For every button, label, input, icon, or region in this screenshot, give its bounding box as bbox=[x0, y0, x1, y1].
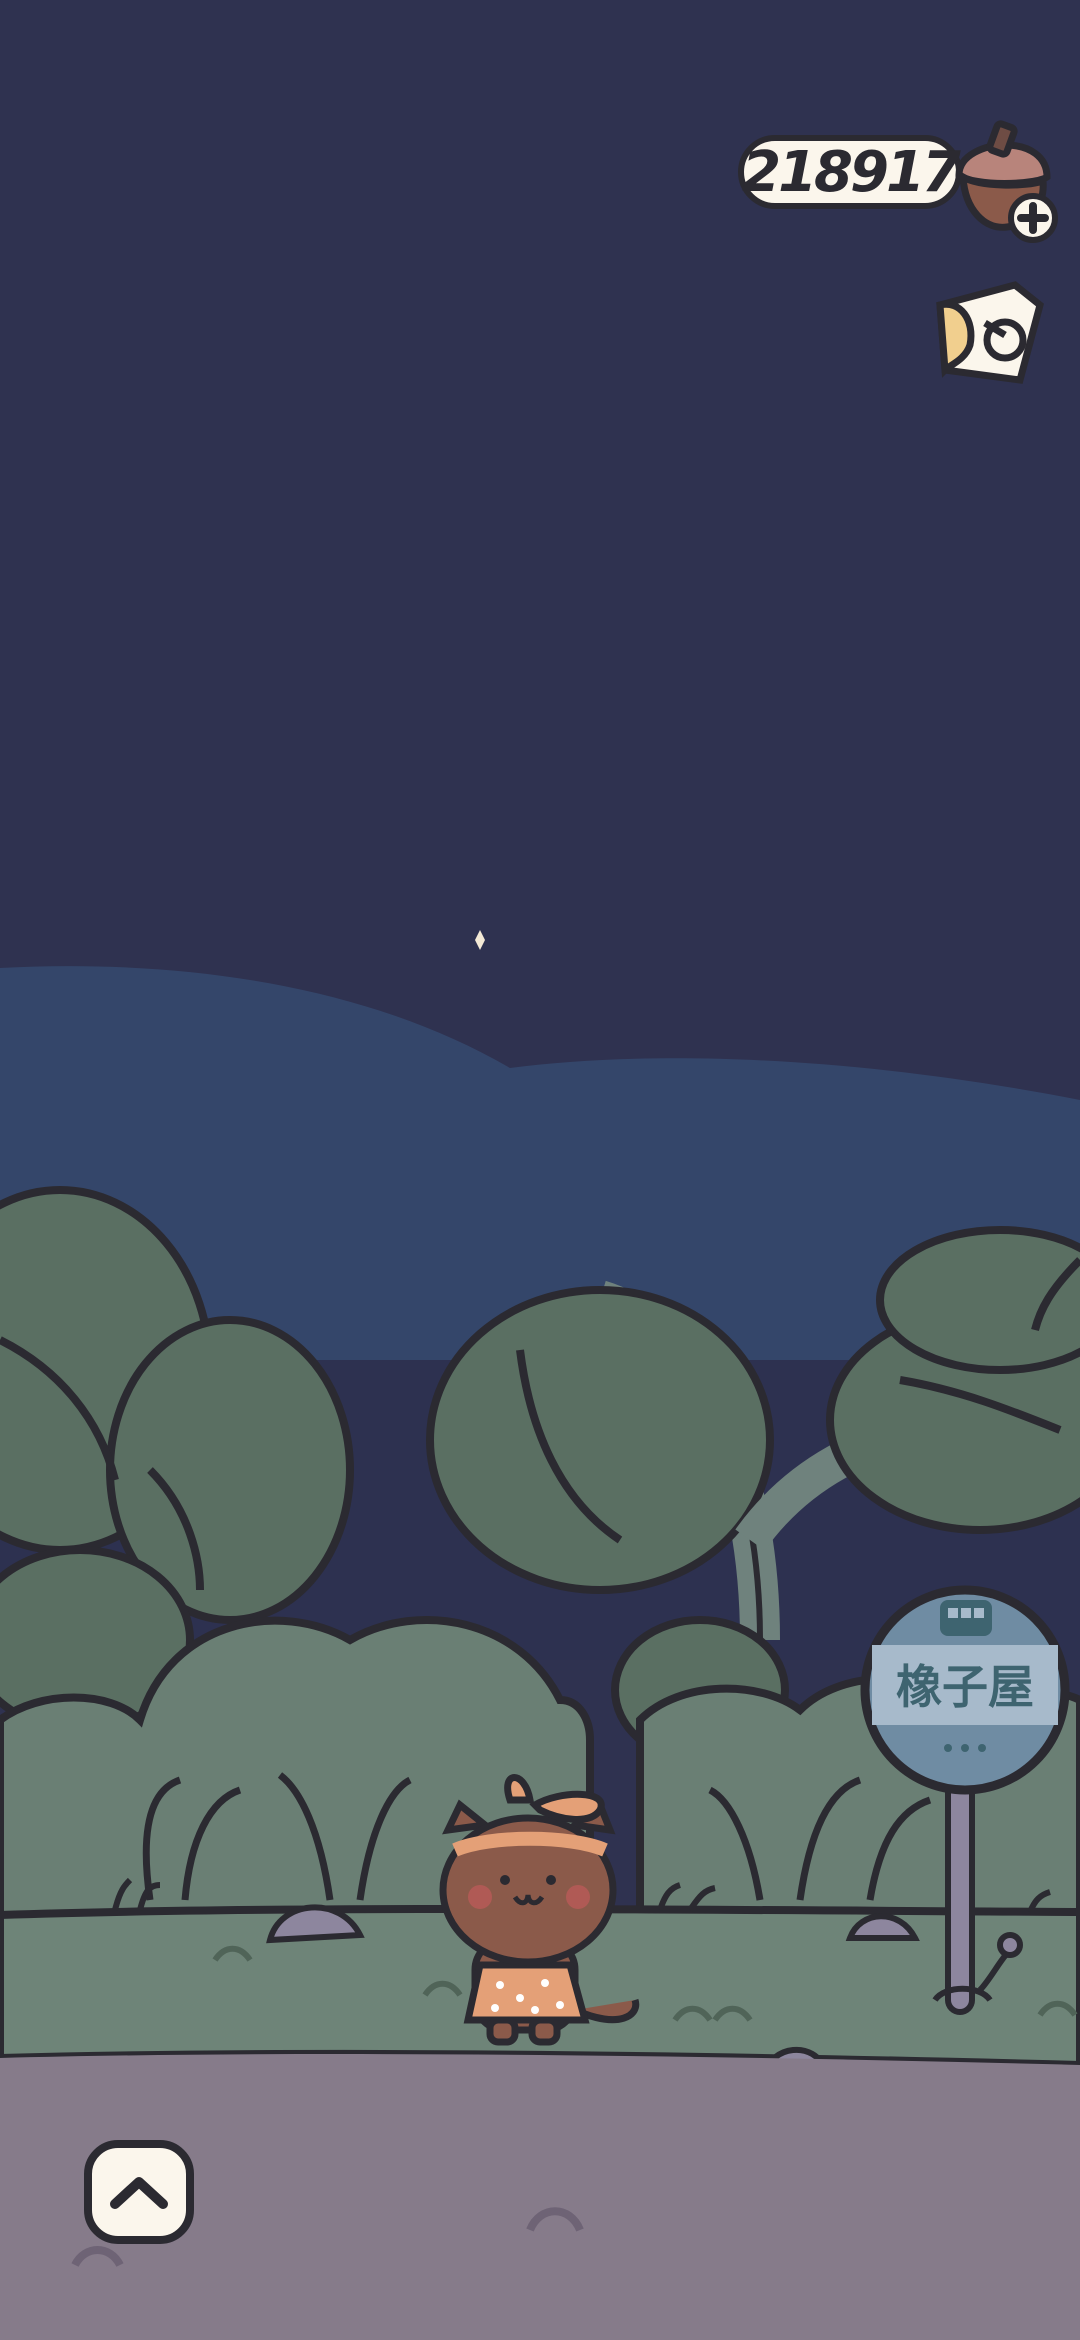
game-screen: 橡子屋 218917 bbox=[0, 0, 1080, 2340]
chevron-up-icon bbox=[110, 2177, 168, 2209]
ticket-button[interactable] bbox=[930, 275, 1055, 385]
acorn-counter: 218917 bbox=[738, 135, 962, 209]
bus-icon bbox=[940, 1600, 992, 1636]
expand-menu-button[interactable] bbox=[84, 2140, 194, 2244]
add-acorns-button[interactable] bbox=[945, 115, 1063, 245]
night-forest-scene: 橡子屋 bbox=[0, 0, 1080, 2340]
cat-dress bbox=[463, 1961, 590, 2024]
bus-stop-label: 橡子屋 bbox=[896, 1660, 1034, 1714]
plus-icon bbox=[1008, 193, 1058, 243]
acorn-count: 218917 bbox=[742, 139, 961, 205]
ticket-icon bbox=[936, 281, 1044, 384]
